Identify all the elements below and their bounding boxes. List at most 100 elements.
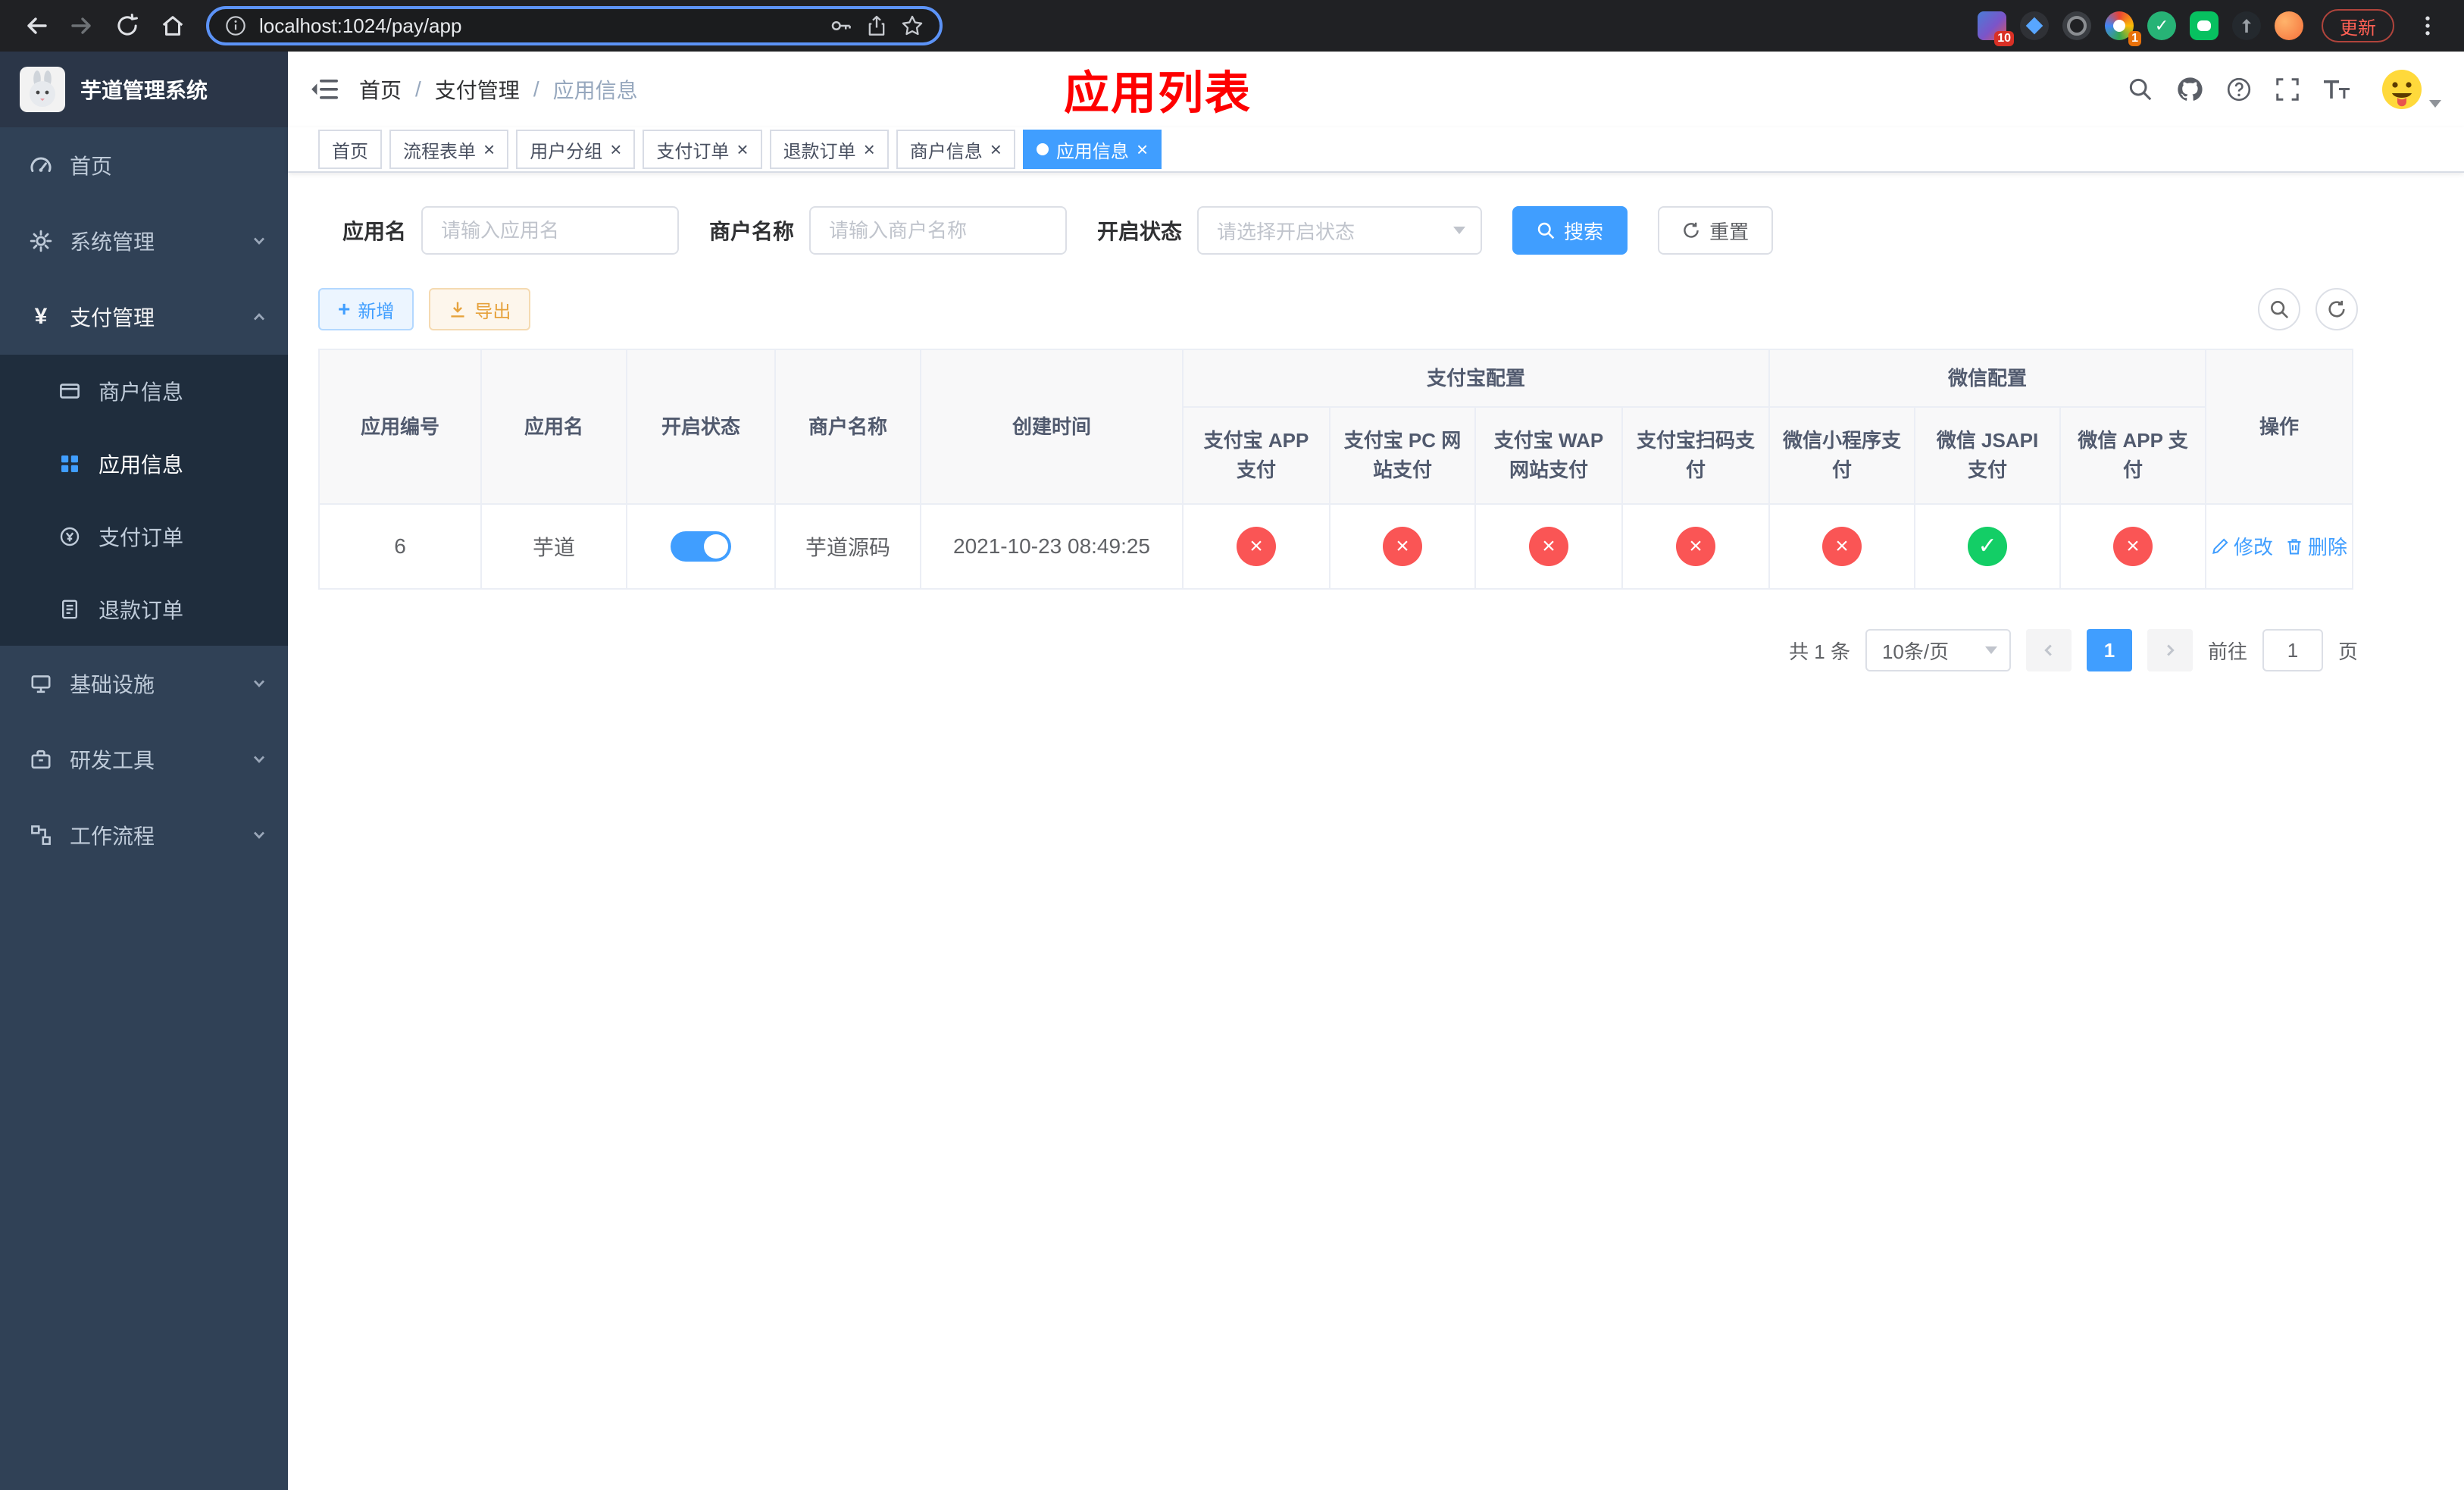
close-icon[interactable]: × xyxy=(483,139,495,159)
font-size-icon[interactable] xyxy=(2323,77,2350,102)
sidebar-item-label: 首页 xyxy=(70,155,113,178)
tab-process-form[interactable]: 流程表单 × xyxy=(389,130,509,169)
sidebar-item-pay-order[interactable]: 支付订单 xyxy=(0,500,288,573)
pay-status-icon: × xyxy=(2113,527,2153,566)
next-page-button[interactable] xyxy=(2147,629,2193,671)
goto-label: 前往 xyxy=(2207,640,2247,663)
browser-forward-icon[interactable] xyxy=(61,5,103,47)
sidebar-item-dev-tools[interactable]: 研发工具 xyxy=(0,722,288,797)
browser-home-icon[interactable] xyxy=(152,5,194,47)
status-select[interactable]: 请选择开启状态 xyxy=(1197,206,1483,255)
add-button[interactable]: + 新增 xyxy=(318,288,414,330)
cell-created: 2021-10-23 08:49:25 xyxy=(920,503,1184,590)
extension-icon-orange-face[interactable] xyxy=(2275,11,2303,40)
close-icon[interactable]: × xyxy=(1137,139,1148,159)
chevron-down-icon xyxy=(252,676,267,691)
sidebar-item-workflow[interactable]: 工作流程 xyxy=(0,797,288,873)
refresh-icon xyxy=(2328,300,2345,318)
export-button[interactable]: 导出 xyxy=(429,288,531,330)
merchant-name-input[interactable] xyxy=(809,206,1068,255)
sidebar-item-infra[interactable]: 基础设施 xyxy=(0,646,288,722)
extension-icon-dark[interactable] xyxy=(2062,11,2091,40)
extension-icon-green-check[interactable] xyxy=(2147,11,2176,40)
tab-app-info[interactable]: 应用信息 × xyxy=(1022,130,1162,169)
address-bar[interactable]: localhost:1024/pay/app xyxy=(206,6,943,45)
gear-icon xyxy=(29,230,53,252)
sidebar-item-app-info[interactable]: 应用信息 xyxy=(0,427,288,500)
browser-back-icon[interactable] xyxy=(15,5,58,47)
tab-pay-order[interactable]: 支付订单 × xyxy=(643,130,762,169)
cell-wechat-mini: × xyxy=(1768,503,1916,590)
page-size-select[interactable]: 10条/页 xyxy=(1865,629,2011,671)
breadcrumb-current: 应用信息 xyxy=(552,79,638,102)
tab-label: 支付订单 xyxy=(656,141,730,162)
delete-link[interactable]: 删除 xyxy=(2285,532,2347,560)
tab-label: 商户信息 xyxy=(909,141,983,162)
fullscreen-icon[interactable] xyxy=(2275,77,2300,102)
close-icon[interactable]: × xyxy=(610,139,621,159)
extension-icon-colorwheel[interactable]: 1 xyxy=(2105,11,2141,46)
sidebar-item-system[interactable]: 系统管理 xyxy=(0,203,288,279)
hamburger-icon[interactable] xyxy=(311,77,338,102)
extension-icon-pin[interactable] xyxy=(2232,11,2261,40)
status-toggle[interactable] xyxy=(671,531,731,562)
toggle-search-button[interactable] xyxy=(2258,288,2300,330)
pay-status-icon: × xyxy=(1822,527,1862,566)
top-navbar: 首页 / 支付管理 / 应用信息 应用列表 xyxy=(288,52,2464,127)
refresh-table-button[interactable] xyxy=(2315,288,2358,330)
sidebar-item-label: 工作流程 xyxy=(70,825,155,848)
extension-icon-green-chat[interactable] xyxy=(2190,11,2219,40)
sidebar-logo[interactable]: 芋道管理系统 xyxy=(0,52,288,127)
bookmark-star-icon[interactable] xyxy=(900,14,924,38)
chevron-down-icon xyxy=(252,752,267,767)
filter-form: 应用名 商户名称 开启状态 请选择开启状态 xyxy=(342,206,2358,255)
breadcrumb-payment[interactable]: 支付管理 xyxy=(435,74,520,105)
table-row: 6 芋道 芋道源码 2021-10-23 08:49:25 × × × × × xyxy=(318,503,2354,590)
chevron-down-icon xyxy=(1984,646,1997,654)
search-button[interactable]: 搜索 xyxy=(1512,206,1628,255)
col-group-wechat: 微信配置 xyxy=(1768,349,2207,408)
tab-refund-order[interactable]: 退款订单 × xyxy=(769,130,889,169)
share-icon[interactable] xyxy=(865,14,888,37)
close-icon[interactable]: × xyxy=(990,139,1002,159)
browser-menu-icon[interactable] xyxy=(2406,5,2449,47)
close-icon[interactable]: × xyxy=(736,139,748,159)
extension-icon-gem[interactable] xyxy=(2020,11,2049,40)
tab-merchant-info[interactable]: 商户信息 × xyxy=(896,130,1015,169)
navbar-actions xyxy=(2128,67,2441,112)
pay-status-icon: × xyxy=(1383,527,1422,566)
sidebar-item-home[interactable]: 首页 xyxy=(0,127,288,203)
app-table: 应用编号 应用名 开启状态 商户名称 创建时间 支付宝配置 微信配置 操作 支付… xyxy=(318,349,2354,590)
status-label: 开启状态 xyxy=(1097,220,1183,243)
github-icon[interactable] xyxy=(2176,76,2203,103)
page-number-1[interactable]: 1 xyxy=(2086,629,2132,671)
password-key-icon[interactable] xyxy=(829,14,853,38)
goto-page-input[interactable] xyxy=(2262,629,2323,671)
sidebar-item-merchant-info[interactable]: 商户信息 xyxy=(0,355,288,427)
sidebar-item-payment[interactable]: ¥ 支付管理 xyxy=(0,279,288,355)
site-info-icon[interactable] xyxy=(224,14,247,37)
breadcrumb-home[interactable]: 首页 xyxy=(359,74,402,105)
search-icon[interactable] xyxy=(2128,77,2153,102)
download-icon xyxy=(451,302,464,318)
app-name-input[interactable] xyxy=(421,206,680,255)
tab-user-group[interactable]: 用户分组 × xyxy=(516,130,636,169)
avatar-emoji-icon xyxy=(2382,70,2422,109)
browser-reload-icon[interactable] xyxy=(106,5,149,47)
total-count: 共 1 条 xyxy=(1789,640,1850,663)
col-merchant: 商户名称 xyxy=(774,349,921,505)
url-text[interactable]: localhost:1024/pay/app xyxy=(259,14,817,38)
close-icon[interactable]: × xyxy=(864,139,875,159)
user-avatar[interactable] xyxy=(2379,67,2441,112)
prev-page-button[interactable] xyxy=(2025,629,2072,671)
browser-update-button[interactable]: 更新 xyxy=(2322,9,2394,42)
help-icon[interactable] xyxy=(2226,77,2252,102)
extension-icon-grid[interactable]: 10 xyxy=(1978,11,2014,46)
app-name-label: 应用名 xyxy=(342,220,407,243)
edit-link[interactable]: 修改 xyxy=(2211,532,2273,560)
plus-icon: + xyxy=(338,297,351,321)
sidebar-item-refund-order[interactable]: 退款订单 xyxy=(0,573,288,646)
col-app-id: 应用编号 xyxy=(318,349,482,505)
reset-button[interactable]: 重置 xyxy=(1658,206,1774,255)
tab-home[interactable]: 首页 xyxy=(318,130,382,169)
